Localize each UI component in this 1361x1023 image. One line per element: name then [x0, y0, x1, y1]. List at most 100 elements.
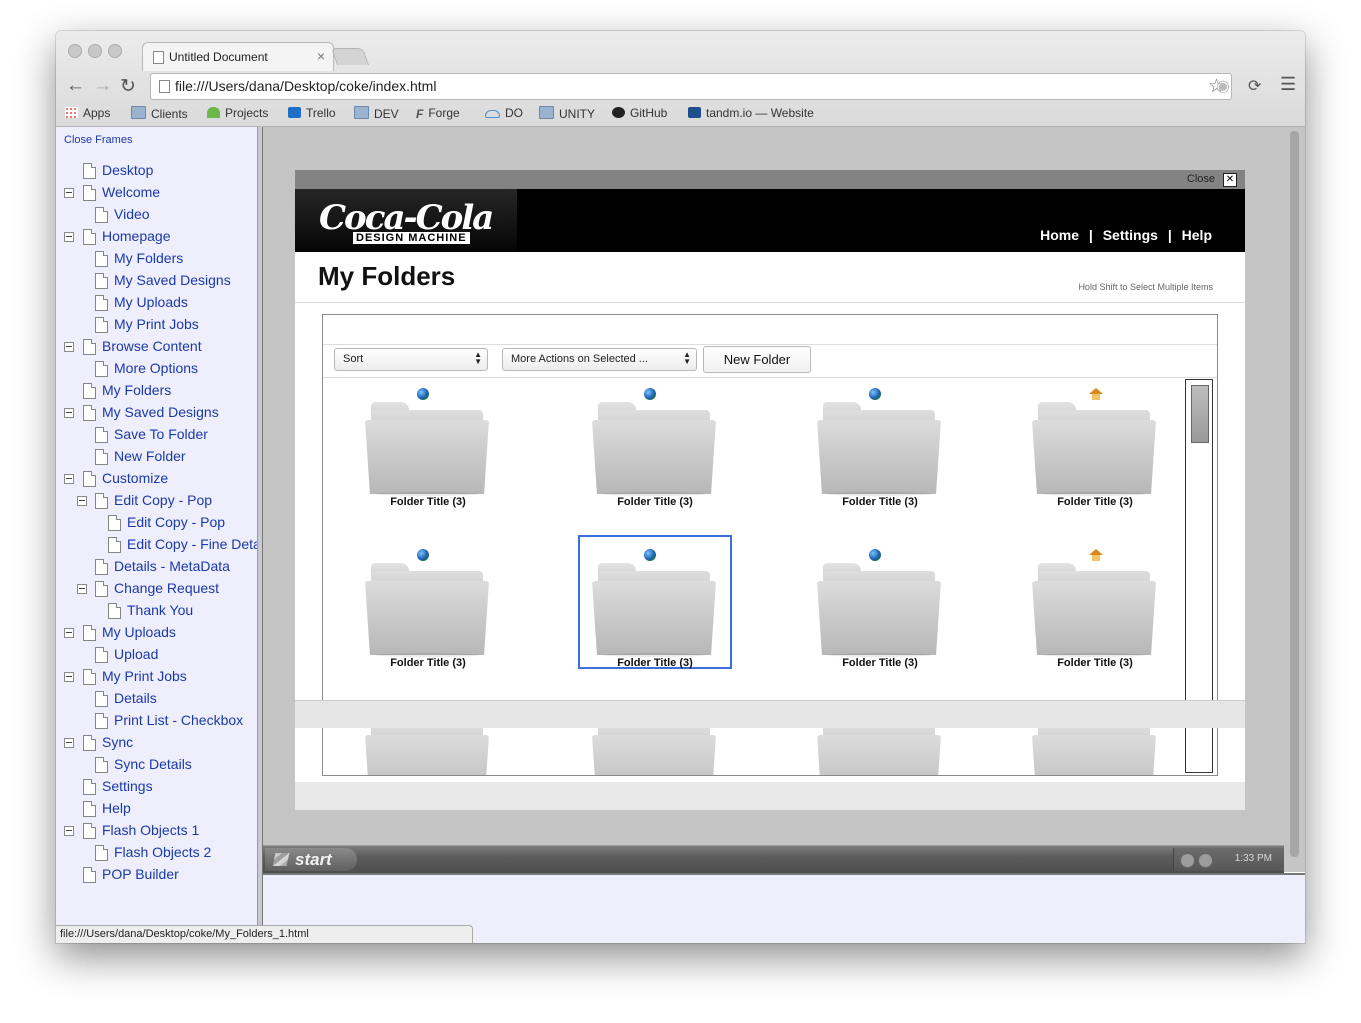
forge-icon: F	[416, 107, 424, 121]
nav-separator: |	[1088, 227, 1093, 243]
new-tab-button[interactable]	[330, 48, 370, 65]
sitemap-item-label: Details	[114, 690, 157, 706]
collapse-toggle-icon[interactable]	[64, 738, 74, 748]
back-icon[interactable]: ←	[66, 75, 85, 97]
folder-item[interactable]: Folder Title (3)	[1020, 376, 1170, 508]
tab-close-icon[interactable]: ×	[317, 48, 325, 64]
tray-volume-icon[interactable]	[1198, 853, 1213, 868]
sitemap-item-label: My Saved Designs	[114, 272, 231, 288]
more-actions-select[interactable]: More Actions on Selected ... ▲ ▼	[502, 348, 697, 371]
collapse-toggle-icon[interactable]	[64, 672, 74, 682]
folder-icon	[365, 563, 489, 658]
zoom-window-button[interactable]	[108, 44, 122, 58]
new-folder-button[interactable]: New Folder	[703, 346, 811, 373]
sync-extension-icon[interactable]: ⟳	[1248, 76, 1261, 96]
sitemap-item-label: More Options	[114, 360, 199, 376]
page-content: Close Frames Desktop Welcome Video Homepage…	[56, 127, 1305, 943]
close-frames-link[interactable]: Close Frames	[64, 134, 132, 146]
folder-item[interactable]: Folder Title (3)	[353, 537, 503, 669]
globe-icon	[644, 549, 656, 561]
bookmark-dev[interactable]: DEV	[354, 106, 399, 121]
folder-item[interactable]: Folder Title (3)	[353, 376, 503, 508]
folder-item[interactable]: Folder Title (3)	[805, 537, 955, 669]
folder-title: Folder Title (3)	[842, 657, 918, 669]
logo-subtitle: DESIGN MACHINE	[353, 232, 470, 244]
trello-icon	[288, 107, 301, 118]
brand-header: Coca-Cola DESIGN MACHINE Home | Settings…	[295, 189, 1245, 252]
sitemap-item-label: My Folders	[114, 250, 184, 266]
folder-icon	[592, 402, 716, 497]
nav-help-link[interactable]: Help	[1182, 227, 1212, 243]
reload-icon[interactable]: ↻	[120, 75, 136, 98]
sitemap-item-label: Settings	[102, 778, 153, 794]
tray-network-icon[interactable]	[1180, 853, 1195, 868]
browser-tab[interactable]: Untitled Document ×	[142, 42, 334, 71]
page-icon	[95, 295, 108, 311]
page-icon	[95, 317, 108, 333]
page-icon	[95, 361, 108, 377]
globe-icon	[644, 388, 656, 400]
bookmark-projects[interactable]: Projects	[207, 106, 268, 120]
sitemap-item-label: Video	[114, 206, 150, 222]
frame-scrollbar[interactable]	[1290, 131, 1299, 857]
cloud-icon	[207, 107, 220, 118]
collapse-toggle-icon[interactable]	[64, 826, 74, 836]
sitemap-item-label: Flash Objects 1	[102, 822, 200, 838]
sort-select[interactable]: Sort ▲ ▼	[334, 348, 488, 371]
sitemap-item-label: Edit Copy - Pop	[114, 492, 213, 508]
bookmark-github[interactable]: GitHub	[612, 106, 667, 120]
page-icon	[95, 273, 108, 289]
nav-settings-link[interactable]: Settings	[1103, 227, 1158, 243]
page-icon	[83, 339, 96, 355]
page-icon	[95, 427, 108, 443]
bookmark-forge[interactable]: F Forge	[416, 106, 460, 121]
nav-home-link[interactable]: Home	[1040, 227, 1079, 243]
sitemap-item-label: Browse Content	[102, 338, 202, 354]
page-icon	[95, 251, 108, 267]
sitemap-item-label: Sync	[102, 734, 134, 750]
folder-item[interactable]: Folder Title (3)	[580, 376, 730, 508]
home-icon	[1089, 549, 1103, 561]
system-tray: 1:33 PM	[1173, 848, 1284, 871]
sitemap-item-label: My Uploads	[102, 624, 176, 640]
folder-item[interactable]: Folder Title (3)	[1020, 537, 1170, 669]
page-icon	[95, 493, 108, 509]
folder-item[interactable]: Folder Title (3)	[578, 535, 732, 669]
page-icon	[83, 735, 96, 751]
bookmark-do[interactable]: DO	[485, 106, 523, 120]
collapse-toggle-icon[interactable]	[64, 474, 74, 484]
close-icon[interactable]: ✕	[1223, 173, 1237, 187]
modal-close-link[interactable]: Close	[1187, 173, 1215, 185]
start-button[interactable]: start	[265, 848, 357, 871]
bookmark-apps[interactable]: Apps	[65, 106, 110, 120]
bookmark-unity[interactable]: UNITY	[539, 106, 595, 121]
page-icon	[83, 779, 96, 795]
collapse-toggle-icon[interactable]	[64, 188, 74, 198]
home-icon	[1089, 388, 1103, 400]
scrollbar-thumb[interactable]	[1191, 385, 1209, 443]
folder-title: Folder Title (3)	[1057, 657, 1133, 669]
forward-icon[interactable]: →	[93, 75, 112, 97]
collapse-toggle-icon[interactable]	[77, 496, 87, 506]
collapse-toggle-icon[interactable]	[77, 584, 87, 594]
collapse-toggle-icon[interactable]	[64, 232, 74, 242]
minimize-window-button[interactable]	[88, 44, 102, 58]
folders-toolbar: Sort ▲ ▼ More Actions on Selected ... ▲ ▼ …	[323, 344, 1217, 378]
bookmark-clients[interactable]: Clients	[131, 106, 188, 121]
collapse-toggle-icon[interactable]	[64, 628, 74, 638]
page-icon	[95, 449, 108, 465]
sitemap-item-label: My Print Jobs	[102, 668, 187, 684]
bookmark-tandm[interactable]: tandm.io — Website	[688, 106, 814, 120]
document-icon	[153, 51, 164, 64]
folder-item[interactable]: Folder Title (3)	[805, 376, 955, 508]
collapse-toggle-icon[interactable]	[64, 408, 74, 418]
address-bar[interactable]: file:///Users/dana/Desktop/coke/index.ht…	[150, 73, 1232, 100]
close-window-button[interactable]	[68, 44, 82, 58]
select-arrows-icon: ▲ ▼	[683, 350, 691, 366]
sitemap-item-label: Print List - Checkbox	[114, 712, 244, 728]
collapse-toggle-icon[interactable]	[64, 342, 74, 352]
folder-title: Folder Title (3)	[390, 496, 466, 508]
extension-icon[interactable]: ◉	[1216, 76, 1230, 96]
menu-icon[interactable]: ☰	[1280, 74, 1296, 95]
bookmark-trello[interactable]: Trello	[288, 106, 336, 120]
